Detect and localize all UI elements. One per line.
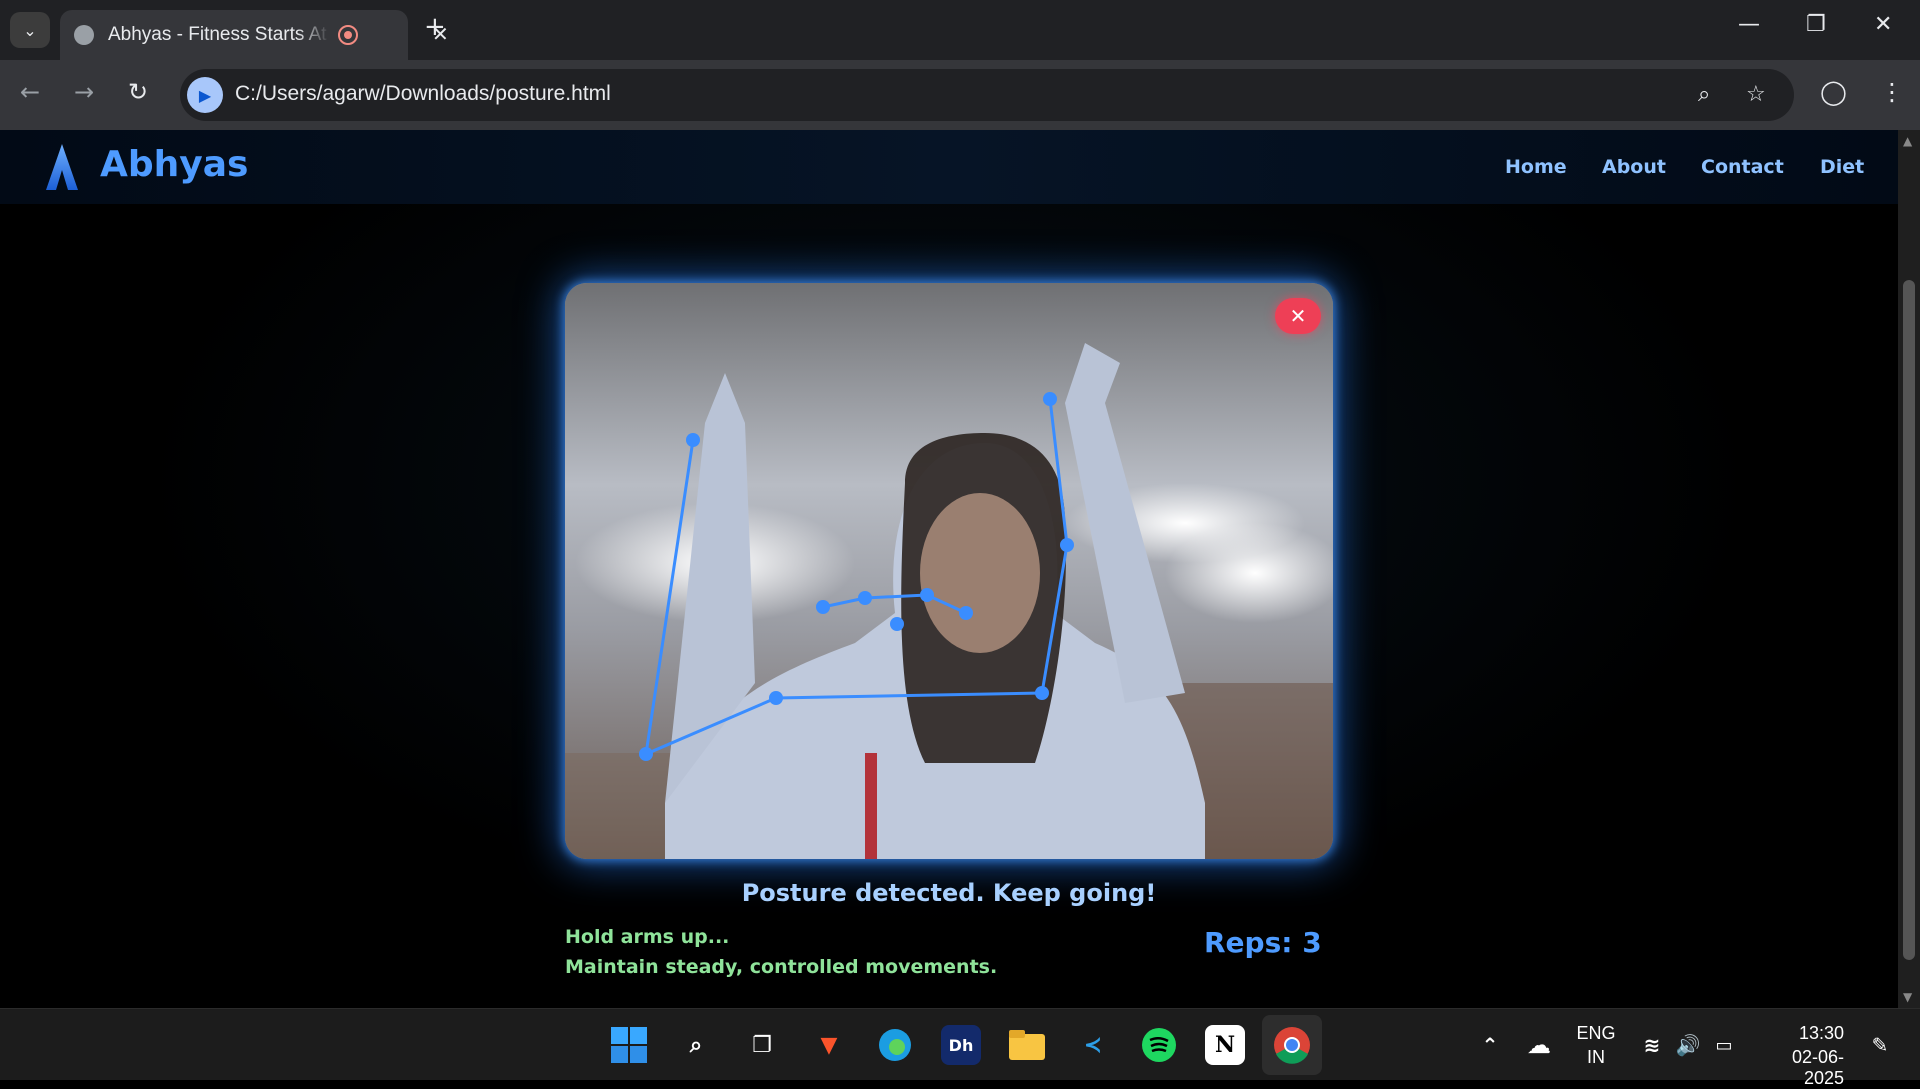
menu-icon[interactable]: ⋮	[1880, 78, 1904, 106]
notification-icon[interactable]: ✎	[1860, 1025, 1900, 1065]
url-text[interactable]: C:/Users/agarw/Downloads/posture.html	[235, 82, 611, 106]
brand-name[interactable]: Abhyas	[100, 144, 248, 185]
battery-icon[interactable]: ▭	[1704, 1025, 1744, 1065]
new-tab-button[interactable]: +	[424, 12, 446, 42]
tab-title: Abhyas - Fitness Starts At Home	[108, 24, 330, 45]
pose-overlay	[565, 283, 1333, 859]
browser-tab[interactable]: Abhyas - Fitness Starts At Home ✕	[60, 10, 449, 60]
profile-icon[interactable]: ◯	[1820, 78, 1847, 106]
tray-overflow-icon[interactable]: ⌃	[1470, 1025, 1510, 1065]
onedrive-icon[interactable]: ☁	[1519, 1025, 1559, 1065]
chrome-icon[interactable]	[1272, 1025, 1312, 1065]
site-header: Abhyas Home About Contact Diet	[0, 130, 1898, 204]
bookmark-star-icon[interactable]: ☆	[1746, 82, 1766, 107]
close-camera-button[interactable]: ✕	[1275, 298, 1321, 334]
zoom-icon[interactable]: ⌕	[1698, 82, 1710, 107]
reload-button[interactable]: ↻	[128, 78, 148, 106]
hint-line-2: Maintain steady, controlled movements.	[565, 956, 998, 978]
vscode-icon[interactable]: ≺	[1073, 1025, 1113, 1065]
region-indicator[interactable]: IN	[1576, 1047, 1616, 1068]
browser-toolbar: ← → ↻ ▶ C:/Users/agarw/Downloads/posture…	[0, 60, 1920, 130]
spotify-icon[interactable]	[1139, 1025, 1179, 1065]
language-indicator[interactable]: ENG	[1576, 1023, 1616, 1044]
nav-home[interactable]: Home	[1505, 156, 1567, 178]
restore-button[interactable]: ❐	[1806, 12, 1826, 37]
scroll-thumb[interactable]	[1903, 280, 1915, 960]
globe-icon	[74, 25, 94, 45]
forward-button[interactable]: →	[74, 78, 94, 106]
hint-line-1: Hold arms up...	[565, 926, 730, 948]
wifi-icon[interactable]: ≋	[1632, 1025, 1672, 1065]
nav-contact[interactable]: Contact	[1701, 156, 1784, 178]
start-icon[interactable]	[609, 1025, 649, 1065]
clock-time[interactable]: 13:30	[1760, 1023, 1844, 1044]
file-explorer-icon[interactable]	[1007, 1025, 1047, 1065]
brave-icon[interactable]: ▼	[809, 1025, 849, 1065]
minimize-button[interactable]: —	[1738, 12, 1760, 37]
clock-date[interactable]: 02-06-2025	[1760, 1047, 1844, 1089]
camera-icon[interactable]: ▶	[187, 77, 223, 113]
reps-counter: Reps: 3	[1204, 926, 1322, 959]
posture-status: Posture detected. Keep going!	[741, 879, 1157, 907]
close-window-button[interactable]: ✕	[1874, 12, 1892, 37]
volume-icon[interactable]: 🔊	[1668, 1025, 1708, 1065]
tab-search-button[interactable]: ⌄	[10, 12, 50, 48]
app-icon[interactable]: Dh	[941, 1025, 981, 1065]
nav-diet[interactable]: Diet	[1820, 156, 1864, 178]
scroll-down-icon[interactable]: ▼	[1903, 990, 1912, 1004]
recording-icon	[338, 25, 358, 45]
windows-taskbar: ⌕ ❐ ▼ Dh ≺ N ⌃ ☁ ENG IN ≋ 🔊 ▭ 13:30 02-0…	[0, 1008, 1920, 1088]
logo-icon	[46, 144, 78, 190]
task-view-icon[interactable]: ❐	[742, 1025, 782, 1065]
page-scrollbar[interactable]: ▲ ▼	[1898, 130, 1920, 1008]
scroll-up-icon[interactable]: ▲	[1903, 134, 1912, 148]
webcam-feed	[565, 283, 1333, 859]
search-icon[interactable]: ⌕	[676, 1025, 716, 1065]
notion-icon[interactable]: N	[1205, 1025, 1245, 1065]
nav-about[interactable]: About	[1602, 156, 1666, 178]
address-bar[interactable]: ▶ C:/Users/agarw/Downloads/posture.html …	[180, 69, 1794, 121]
back-button[interactable]: ←	[20, 78, 40, 106]
page-content: Abhyas Home About Contact Diet ✕ Posture…	[0, 130, 1898, 1008]
browser-tab-strip: ⌄ Abhyas - Fitness Starts At Home ✕ + — …	[0, 0, 1920, 60]
edge-icon[interactable]	[875, 1025, 915, 1065]
